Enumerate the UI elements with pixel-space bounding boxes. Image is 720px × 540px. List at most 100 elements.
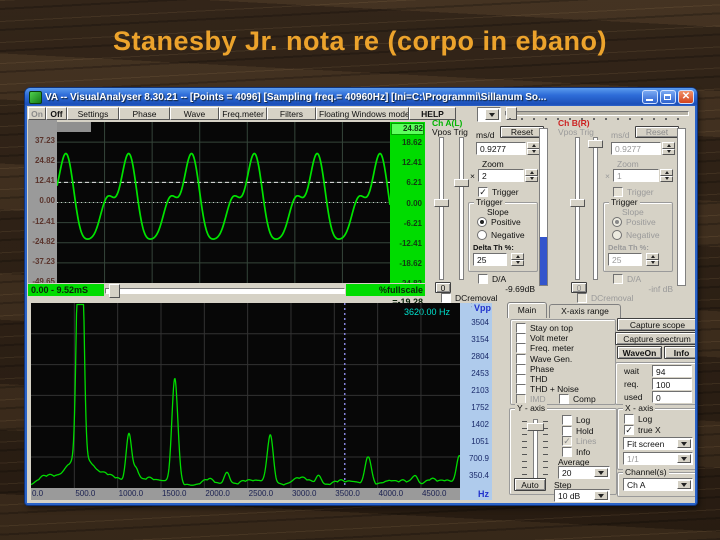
wait-label: wait xyxy=(624,366,639,376)
ch-a-l-zoom-spinner[interactable] xyxy=(525,169,538,182)
option-thd-checkbox[interactable] xyxy=(516,374,526,384)
capture-spectrum-button[interactable]: Capture spectrum xyxy=(615,332,695,345)
y-axis-lines: ✓Lines xyxy=(562,436,596,446)
menu-floating-windows-mode[interactable]: Floating Windows mode xyxy=(316,107,409,120)
tab-x-axis-range[interactable]: X-axis range xyxy=(549,304,621,318)
ch-a-l-delta-spinner[interactable] xyxy=(511,253,524,266)
step-dropdown-arrow-icon[interactable] xyxy=(594,491,608,500)
ch-a-l-vpos-slider-track xyxy=(439,137,444,280)
y-axis-info-checkbox[interactable] xyxy=(562,447,572,457)
ch-b-r-trig-slider-thumb[interactable] xyxy=(588,140,603,148)
option-thd-noise-checkbox[interactable] xyxy=(516,384,526,394)
ch-a-l-vpos-slider-thumb[interactable] xyxy=(434,199,449,207)
average-dropdown-arrow-icon[interactable] xyxy=(594,468,608,477)
x-axis-log-label: Log xyxy=(638,414,652,424)
ch-b-r-level-meter xyxy=(677,128,686,286)
y-slider-tick xyxy=(543,461,548,462)
scope-left-tick: 12.41 xyxy=(35,176,55,185)
channel-dropdown-arrow-icon[interactable] xyxy=(677,480,691,489)
scope-right-tick: -18.62 xyxy=(399,259,422,268)
control-panel: Main X-axis range Stay on topVolt meterF… xyxy=(505,300,695,497)
y-slider-tick xyxy=(522,434,527,435)
maximize-button[interactable] xyxy=(660,90,676,104)
req-label: req. xyxy=(624,379,639,389)
ch-a-l-msd-value[interactable]: 0.9277 xyxy=(476,142,526,155)
option-phase-checkbox[interactable] xyxy=(516,364,526,374)
ch-a-l-zero-button[interactable]: 0 xyxy=(435,282,451,293)
menu-on[interactable]: On xyxy=(28,107,46,120)
ch-a-l-trigger-checkbox[interactable]: ✓ xyxy=(478,187,488,197)
x-axis-log: Log xyxy=(624,414,652,424)
scope-hscrollbar[interactable] xyxy=(105,284,345,296)
close-button[interactable]: ✕ xyxy=(678,90,694,104)
menu-freq-meter[interactable]: Freq.meter xyxy=(219,107,267,120)
option-stay-on-top-checkbox[interactable] xyxy=(516,323,526,333)
ratio-select[interactable]: 1/1 xyxy=(623,452,693,465)
ch-b-r-vpos-trig-label: Vpos Trig xyxy=(558,127,594,137)
y-axis-slider[interactable] xyxy=(520,417,550,479)
ch-a-l-trig-slider-thumb[interactable] xyxy=(454,179,469,187)
spectrum-right-tick: 350.4 xyxy=(469,471,489,480)
buffer-stats-box: wait 94 req. 100 used 0 xyxy=(615,362,695,405)
window-titlebar[interactable]: VA -- VisualAnalyser 8.30.21 -- [Points … xyxy=(25,88,697,106)
x-axis-log-checkbox[interactable] xyxy=(624,414,634,424)
ch-a-l-slope-positive-radio[interactable] xyxy=(477,217,487,227)
ch-a-l-trigger-label: Trigger xyxy=(492,187,519,197)
ch-a-l-dcremoval-checkbox[interactable] xyxy=(441,293,451,303)
ch-a-l-delta-value[interactable]: 25 xyxy=(473,253,507,266)
ch-b-r-vpos-slider-thumb[interactable] xyxy=(570,199,585,207)
y-slider-tick xyxy=(522,454,527,455)
scope-right-tick: -24.82 xyxy=(399,279,422,283)
menu-settings[interactable]: Settings xyxy=(67,107,119,120)
scope-hscrollbar-thumb[interactable] xyxy=(109,284,120,298)
menu-filters[interactable]: Filters xyxy=(267,107,316,120)
menu-wave[interactable]: Wave xyxy=(170,107,219,120)
maximize-icon xyxy=(664,94,671,100)
option-volt-meter-checkbox[interactable] xyxy=(516,333,526,343)
average-select[interactable]: 20 xyxy=(558,466,610,479)
spectrum-right-tick: 1752 xyxy=(471,403,489,412)
option-freq-meter-checkbox[interactable] xyxy=(516,343,526,353)
y-axis-log: Log xyxy=(562,415,590,425)
option-stay-on-top-label: Stay on top xyxy=(530,323,573,333)
option-comp-checkbox[interactable] xyxy=(559,394,569,404)
y-axis-log-checkbox[interactable] xyxy=(562,415,572,425)
spectrum-x-tick: 3500.0 xyxy=(335,489,359,498)
scope-left-tick: 37.23 xyxy=(35,136,55,145)
capture-scope-button[interactable]: Capture scope xyxy=(617,318,695,331)
y-axis-lines-label: Lines xyxy=(576,436,596,446)
menu-off[interactable]: Off xyxy=(46,107,67,120)
y-slider-tick xyxy=(543,447,548,448)
step-value: 10 dB xyxy=(558,491,580,501)
tab-main[interactable]: Main xyxy=(507,302,547,318)
step-select[interactable]: 10 dB xyxy=(554,489,610,502)
option-thd: THD xyxy=(516,374,547,384)
y-slider-tick xyxy=(543,421,548,422)
spectrum-x-tick: 1500.0 xyxy=(162,489,186,498)
fit-dropdown-arrow-icon[interactable] xyxy=(677,439,691,448)
channel-select[interactable]: Ch A xyxy=(623,478,693,491)
menu-phase[interactable]: Phase xyxy=(119,107,170,120)
fit-screen-select[interactable]: Fit screen xyxy=(623,437,693,450)
wave-on-button[interactable]: WaveOn xyxy=(617,346,662,359)
ch-a-l-slope-negative-radio[interactable] xyxy=(477,230,487,240)
y-axis-hold-checkbox[interactable] xyxy=(562,426,572,436)
option-wave-gen--checkbox[interactable] xyxy=(516,354,526,364)
ch-b-r-slope-label: Slope xyxy=(622,207,644,217)
ch-a-l-zoom-value[interactable]: 2 xyxy=(478,169,524,182)
minimize-button[interactable] xyxy=(642,90,658,104)
option-thd-noise: THD + Noise xyxy=(516,384,579,394)
info-button[interactable]: Info xyxy=(664,346,695,359)
y-axis-slider-thumb[interactable] xyxy=(527,423,544,431)
ch-a-l-da-checkbox[interactable] xyxy=(478,274,488,284)
scope-right-tick: -12.41 xyxy=(399,239,422,248)
x-axis-true-x-checkbox[interactable]: ✓ xyxy=(624,425,634,435)
auto-button[interactable]: Auto xyxy=(514,478,546,491)
y-axis-group: Y - axis Auto LogHold✓LinesInfo Average … xyxy=(509,408,617,495)
y-slider-tick xyxy=(522,441,527,442)
y-axis-info-label: Info xyxy=(576,447,590,457)
option-thd-noise-label: THD + Noise xyxy=(530,384,579,394)
ch-b-r-slope-negative: Negative xyxy=(612,230,660,240)
ch-a-l-reset-button[interactable]: Reset xyxy=(500,126,544,138)
y-axis-hold: Hold xyxy=(562,426,593,436)
